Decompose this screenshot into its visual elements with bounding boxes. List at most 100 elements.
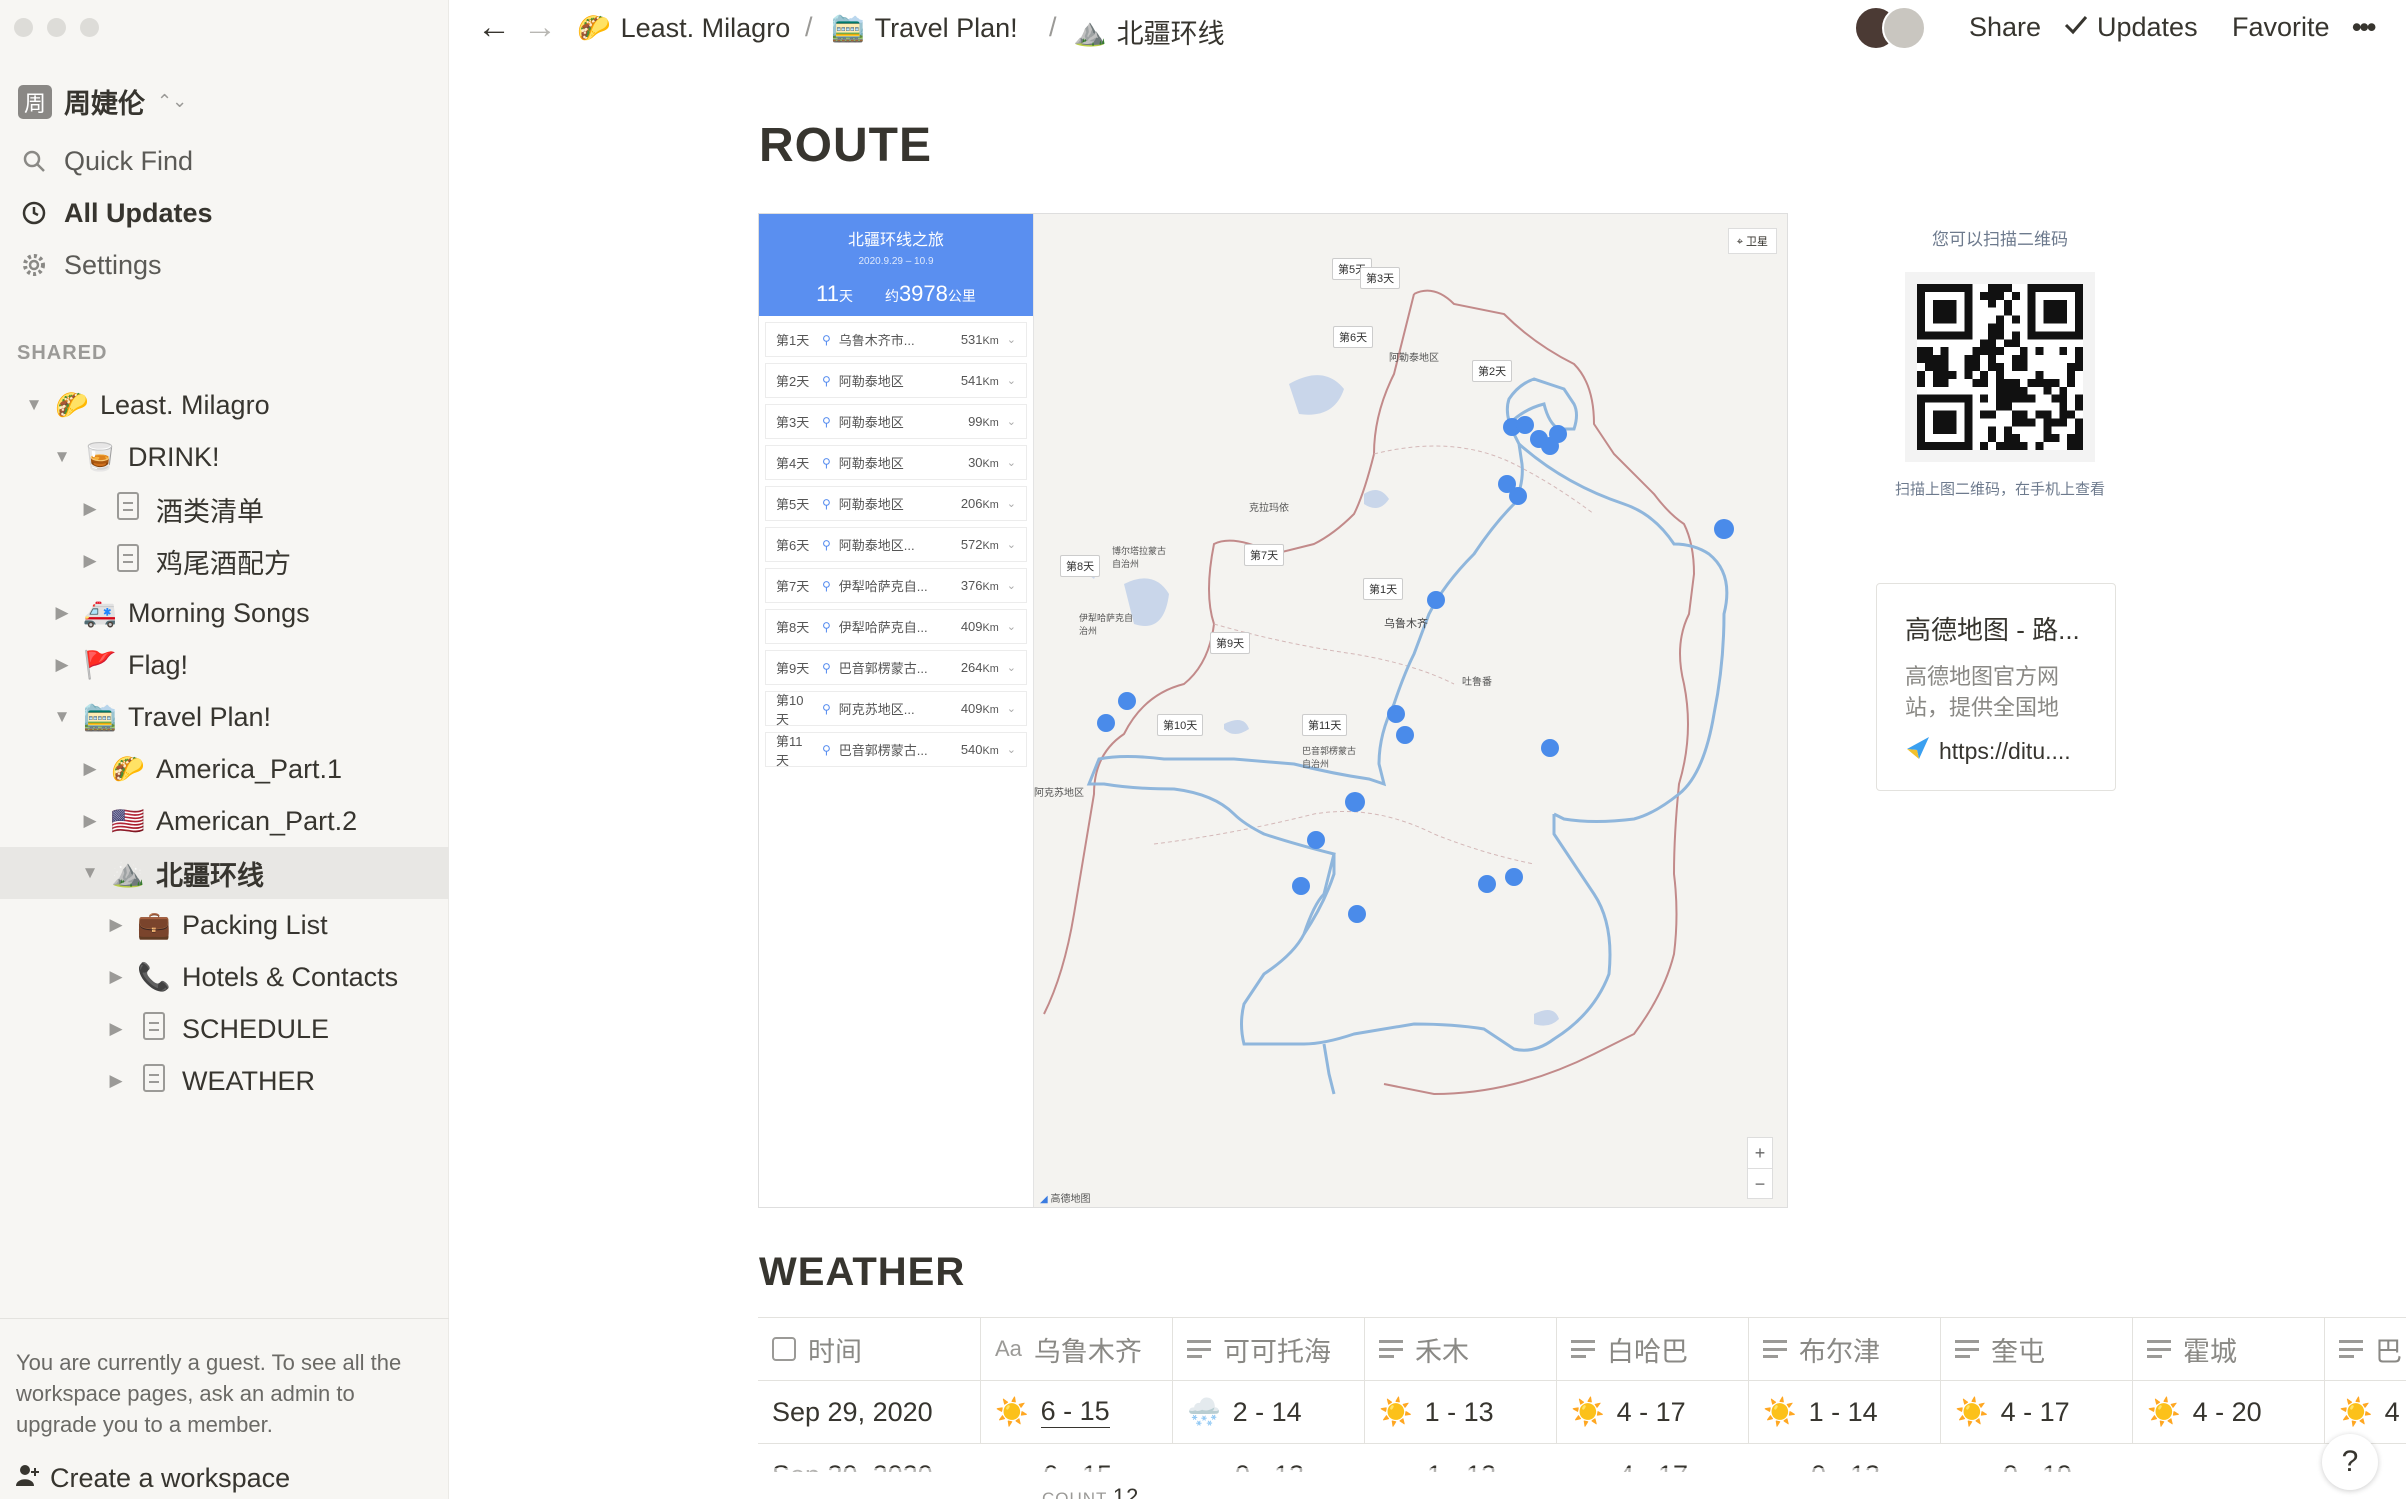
route-day-row[interactable]: 第11天 ⚲ 巴音郭楞蒙古... 540Km ⌄ <box>765 732 1027 768</box>
nav-settings[interactable]: Settings <box>20 245 162 285</box>
tree-item-least-milagro[interactable]: ▼ 🌮 Least. Milagro <box>0 379 449 431</box>
map-pin-icon[interactable] <box>1549 425 1567 443</box>
chevron-down-icon[interactable]: ⌄ <box>1007 497 1016 510</box>
route-day-row[interactable]: 第4天 ⚲ 阿勒泰地区 30Km ⌄ <box>765 445 1027 480</box>
route-day-row[interactable]: 第3天 ⚲ 阿勒泰地区 99Km ⌄ <box>765 404 1027 439</box>
column-header-urumqi[interactable]: Aa 乌鲁木齐 <box>981 1318 1173 1380</box>
map-pin-icon[interactable] <box>1396 726 1414 744</box>
column-header-kuitun[interactable]: 奎屯 <box>1941 1318 2133 1380</box>
map-pin-icon[interactable] <box>1714 519 1734 539</box>
tree-item-flag[interactable]: ▶ 🚩 Flag! <box>0 639 449 691</box>
tree-item-schedule[interactable]: ▶ SCHEDULE <box>0 1003 449 1055</box>
map-pin-icon[interactable] <box>1097 714 1115 732</box>
create-workspace-button[interactable]: Create a workspace <box>14 1462 290 1495</box>
map-pin-icon[interactable] <box>1427 591 1445 609</box>
close-window-button[interactable] <box>14 18 33 37</box>
breadcrumb-travel-plan[interactable]: 🚞 Travel Plan! <box>831 12 1018 44</box>
column-header-buerjin[interactable]: 布尔津 <box>1749 1318 1941 1380</box>
triangle-right-icon[interactable]: ▶ <box>106 967 126 987</box>
tree-item-drink[interactable]: ▼ 🥃 DRINK! <box>0 431 449 483</box>
chevron-down-icon[interactable]: ⌄ <box>1007 702 1016 715</box>
route-day-row[interactable]: 第10天 ⚲ 阿克苏地区... 409Km ⌄ <box>765 691 1027 727</box>
satellite-toggle[interactable]: ⌖ 卫星 <box>1727 228 1777 254</box>
weather-cell[interactable]: 🌨️ 2 - 14 <box>1173 1381 1365 1443</box>
triangle-right-icon[interactable]: ▶ <box>80 551 100 571</box>
tree-item-hotels-contacts[interactable]: ▶ 📞 Hotels & Contacts <box>0 951 449 1003</box>
chevron-down-icon[interactable]: ⌄ <box>1007 620 1016 633</box>
triangle-right-icon[interactable]: ▶ <box>80 499 100 519</box>
route-day-row[interactable]: 第7天 ⚲ 伊犁哈萨克自... 376Km ⌄ <box>765 568 1027 603</box>
tree-item-travel-plan[interactable]: ▼ 🚞 Travel Plan! <box>0 691 449 743</box>
favorite-button[interactable]: Favorite <box>2232 12 2330 43</box>
chevron-down-icon[interactable]: ⌄ <box>1007 743 1016 756</box>
weather-cell[interactable]: ☀️ 1 - 13 <box>1365 1381 1557 1443</box>
column-header-partial[interactable]: 巴 <box>2325 1318 2406 1380</box>
route-day-row[interactable]: 第6天 ⚲ 阿勒泰地区... 572Km ⌄ <box>765 527 1027 562</box>
tree-item-morning-songs[interactable]: ▶ 🚑 Morning Songs <box>0 587 449 639</box>
chevron-down-icon[interactable]: ⌄ <box>1007 333 1016 346</box>
tree-item-american-part2[interactable]: ▶ 🇺🇸 American_Part.2 <box>0 795 449 847</box>
triangle-right-icon[interactable]: ▶ <box>52 603 72 623</box>
column-header-baihaba[interactable]: 白哈巴 <box>1557 1318 1749 1380</box>
triangle-down-icon[interactable]: ▼ <box>52 447 72 467</box>
maximize-window-button[interactable] <box>80 18 99 37</box>
map-pin-icon[interactable] <box>1478 875 1496 893</box>
map-pin-icon[interactable] <box>1505 868 1523 886</box>
bookmark-card[interactable]: 高德地图 - 路... 高德地图官方网站，提供全国地 https://ditu.… <box>1876 583 2116 791</box>
triangle-down-icon[interactable]: ▼ <box>24 395 44 415</box>
tree-item-weather[interactable]: ▶ WEATHER <box>0 1055 449 1107</box>
map-pin-icon[interactable] <box>1345 792 1365 812</box>
workspace-switcher[interactable]: 周 周婕伦 ⌃⌄ <box>18 82 187 121</box>
back-arrow-icon[interactable]: ← <box>477 8 511 47</box>
column-header-hemu[interactable]: 禾木 <box>1365 1318 1557 1380</box>
triangle-right-icon[interactable]: ▶ <box>106 1071 126 1091</box>
route-day-row[interactable]: 第1天 ⚲ 乌鲁木齐市... 531Km ⌄ <box>765 322 1027 357</box>
minimize-window-button[interactable] <box>47 18 66 37</box>
map-pin-icon[interactable] <box>1292 877 1310 895</box>
help-button[interactable]: ? <box>2322 1434 2378 1490</box>
weather-cell[interactable]: ☀️ 4 <box>2325 1381 2406 1443</box>
weather-cell[interactable]: ☀️ 4 - 17 <box>1557 1381 1749 1443</box>
map-pin-icon[interactable] <box>1516 416 1534 434</box>
route-day-row[interactable]: 第5天 ⚲ 阿勒泰地区 206Km ⌄ <box>765 486 1027 521</box>
tree-item-liquor-list[interactable]: ▶ 酒类清单 <box>0 483 449 535</box>
map-pin-icon[interactable] <box>1387 705 1405 723</box>
map-embed[interactable]: 北疆环线之旅 2020.9.29 – 10.9 11天 约3978公里 第1天 ⚲… <box>758 213 1788 1208</box>
map-canvas[interactable]: ⌖ 卫星 第5天 第3天 第6天 第2天 第7天 第8天 第1天 第9天 第10… <box>1034 214 1787 1207</box>
table-row[interactable]: Sep 29, 2020 ☀️ 6 - 15 🌨️ 2 - 14 ☀️ 1 - 13 … <box>758 1381 2406 1444</box>
column-header-huocheng[interactable]: 霍城 <box>2133 1318 2325 1380</box>
chevron-down-icon[interactable]: ⌄ <box>1007 538 1016 551</box>
forward-arrow-icon[interactable]: → <box>523 8 557 47</box>
route-day-row[interactable]: 第8天 ⚲ 伊犁哈萨克自... 409Km ⌄ <box>765 609 1027 644</box>
column-header-keketuohai[interactable]: 可可托海 <box>1173 1318 1365 1380</box>
map-pin-icon[interactable] <box>1541 739 1559 757</box>
triangle-down-icon[interactable]: ▼ <box>80 863 100 883</box>
breadcrumb-beijiang-loop[interactable]: ⛰️ 北疆环线 <box>1073 12 1225 51</box>
weather-cell[interactable]: ☀️ 1 - 14 <box>1749 1381 1941 1443</box>
chevron-down-icon[interactable]: ⌄ <box>1007 415 1016 428</box>
column-header-date[interactable]: 时间 <box>758 1318 981 1380</box>
chevron-down-icon[interactable]: ⌄ <box>1007 456 1016 469</box>
triangle-down-icon[interactable]: ▼ <box>52 707 72 727</box>
map-pin-icon[interactable] <box>1307 831 1325 849</box>
chevron-down-icon[interactable]: ⌄ <box>1007 374 1016 387</box>
share-button[interactable]: Share <box>1969 12 2041 43</box>
zoom-out-button[interactable]: − <box>1748 1168 1772 1198</box>
tree-item-cocktail-recipes[interactable]: ▶ 鸡尾酒配方 <box>0 535 449 587</box>
triangle-right-icon[interactable]: ▶ <box>52 655 72 675</box>
map-pin-icon[interactable] <box>1348 905 1366 923</box>
triangle-right-icon[interactable]: ▶ <box>80 811 100 831</box>
map-pin-icon[interactable] <box>1118 692 1136 710</box>
updates-button[interactable]: Updates <box>2063 12 2198 43</box>
date-cell[interactable]: Sep 29, 2020 <box>758 1381 981 1443</box>
zoom-in-button[interactable]: + <box>1748 1138 1772 1168</box>
map-pin-icon[interactable] <box>1509 487 1527 505</box>
triangle-right-icon[interactable]: ▶ <box>80 759 100 779</box>
weather-cell[interactable]: ☀️ 4 - 20 <box>2133 1381 2325 1443</box>
triangle-right-icon[interactable]: ▶ <box>106 1019 126 1039</box>
nav-all-updates[interactable]: All Updates <box>20 193 213 233</box>
tree-item-america-part1[interactable]: ▶ 🌮 America_Part.1 <box>0 743 449 795</box>
route-day-row[interactable]: 第2天 ⚲ 阿勒泰地区 541Km ⌄ <box>765 363 1027 398</box>
collaborator-avatars[interactable] <box>1854 6 1934 52</box>
route-day-row[interactable]: 第9天 ⚲ 巴音郭楞蒙古... 264Km ⌄ <box>765 650 1027 685</box>
